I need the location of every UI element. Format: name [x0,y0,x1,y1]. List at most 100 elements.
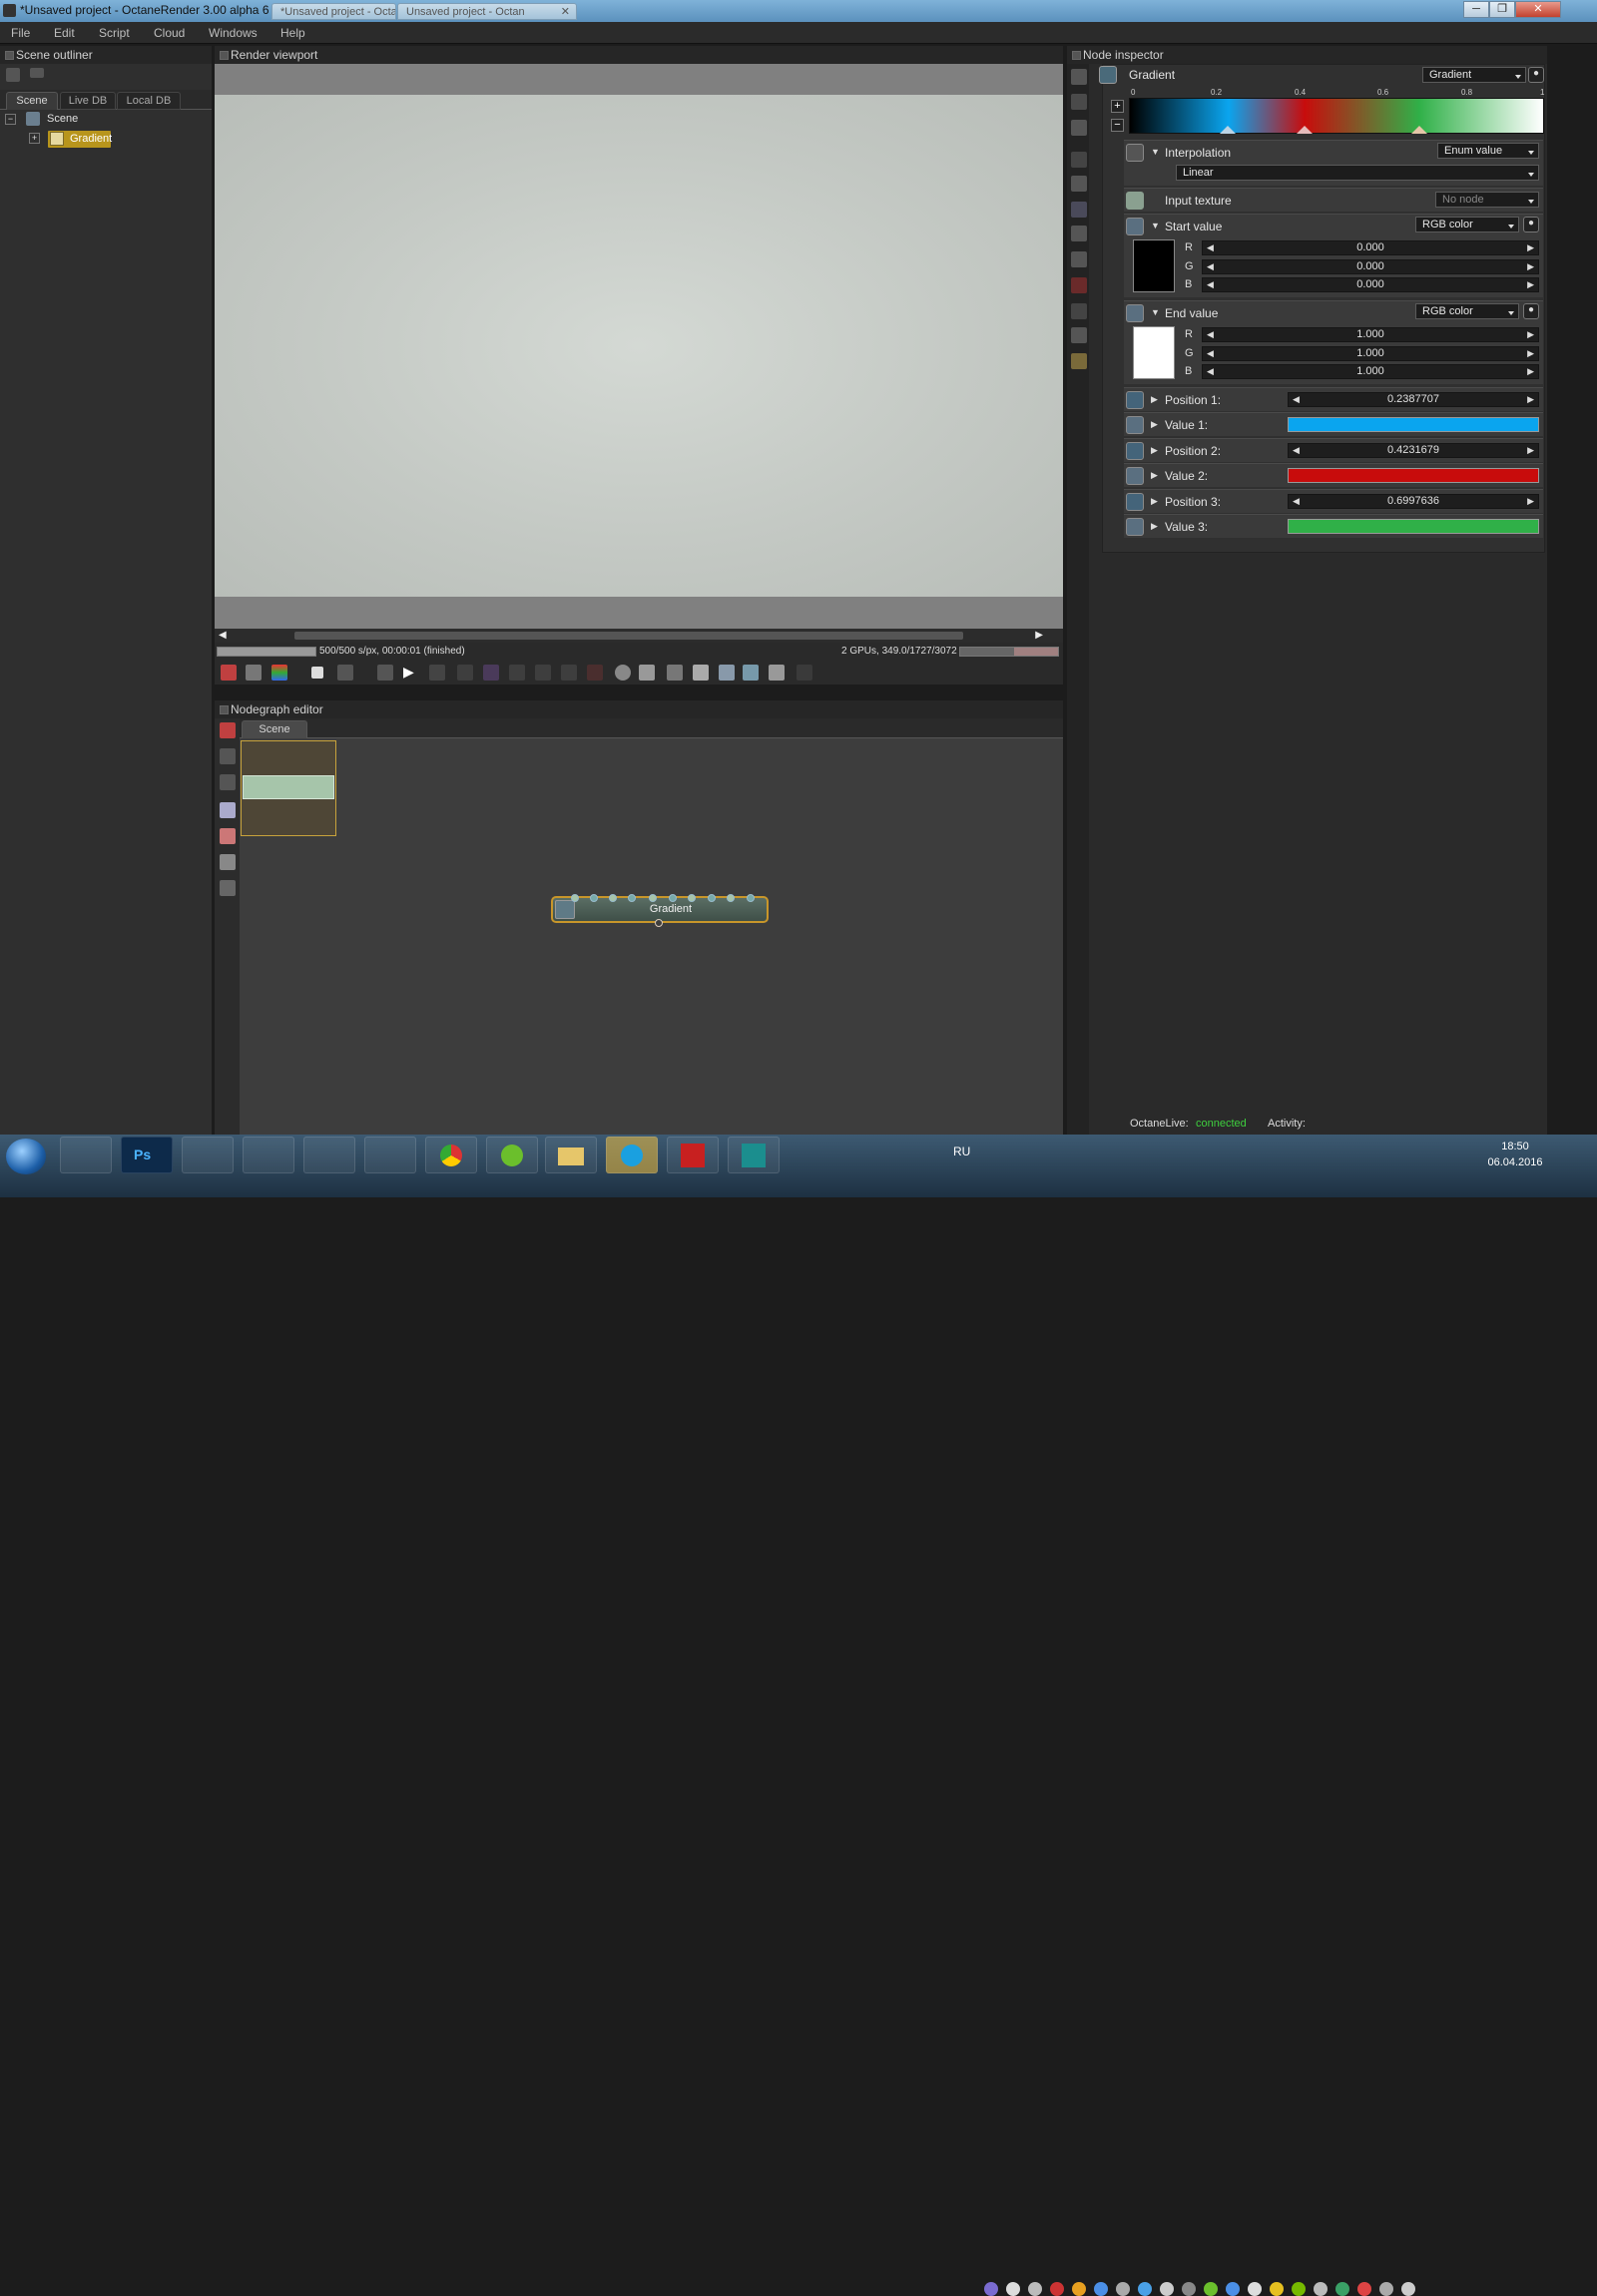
end-color-swatch[interactable] [1133,326,1175,379]
start-type-dropdown[interactable]: RGB color [1415,217,1519,232]
expand-triangle-icon[interactable]: ▶ [1151,445,1158,456]
collapse-triangle-icon[interactable]: ▼ [1151,147,1160,157]
restart-icon[interactable] [337,665,353,681]
taskbar-app-icon[interactable] [182,1137,234,1173]
start-b-field[interactable]: ◀ 0.000 ▶ [1202,277,1539,292]
value3-color-swatch[interactable] [1288,519,1539,534]
kernel-icon[interactable] [1071,202,1087,218]
background-tab[interactable]: *Unsaved project - Octa [271,3,396,20]
menu-help[interactable]: Help [280,26,305,40]
tree-scene-label[interactable]: Scene [47,113,78,125]
collapse-scene-icon[interactable]: − [5,114,16,125]
add-geometry-icon[interactable] [220,854,236,870]
material-picker-icon[interactable] [483,665,499,681]
cube-icon[interactable] [271,665,287,681]
taskbar-3dsmax-icon[interactable] [728,1137,780,1173]
environment-icon[interactable] [1071,226,1087,241]
remove-stop-button[interactable]: − [1111,119,1124,132]
taskbar-skype-icon[interactable] [606,1137,658,1173]
node-input-pin[interactable] [649,894,657,902]
end-g-field[interactable]: ◀ 1.000 ▶ [1202,346,1539,361]
expand-triangle-icon[interactable]: ▶ [1151,394,1158,405]
node-input-pin[interactable] [590,894,598,902]
graph-minimap[interactable] [241,740,336,836]
menu-script[interactable]: Script [99,26,130,40]
node-input-pin[interactable] [669,894,677,902]
add-texture-icon[interactable] [220,802,236,818]
background-tab-2[interactable]: Unsaved project - Octan ✕ [397,3,577,20]
menu-cloud[interactable]: Cloud [154,26,185,40]
end-visibility-icon[interactable]: ● [1523,303,1539,319]
start-visibility-icon[interactable]: ● [1523,217,1539,232]
end-b-field[interactable]: ◀ 1.000 ▶ [1202,364,1539,379]
collapse-triangle-icon[interactable]: ▼ [1151,307,1160,317]
play-icon[interactable]: ▶ [403,664,414,681]
scroll-right-icon[interactable]: ▶ [1035,630,1043,641]
taskbar-camtasia-icon[interactable] [303,1137,355,1173]
tree-gradient-item[interactable]: Gradient [48,131,112,148]
start-r-field[interactable]: ◀ 0.000 ▶ [1202,240,1539,255]
object-picker-icon[interactable] [509,665,525,681]
add-material-icon[interactable] [220,828,236,844]
node-input-pin[interactable] [571,894,579,902]
minimap-view-rect[interactable] [243,775,334,799]
tray-utorrent-icon[interactable] [1204,2282,1218,2296]
close-button[interactable]: ✕ [1515,1,1561,18]
region-icon[interactable] [587,665,603,681]
nodegraph-reset-icon[interactable] [220,722,236,738]
pause-icon[interactable] [377,665,393,681]
expand-triangle-icon[interactable]: ▶ [1151,419,1158,430]
tray-icon-12[interactable] [1226,2282,1240,2296]
outliner-expand-icon[interactable] [30,68,44,78]
picture-icon[interactable] [1071,327,1087,343]
inspector-expand-icon[interactable] [1071,94,1087,110]
copy-icon[interactable] [693,665,709,681]
camera-icon[interactable] [1071,152,1087,168]
export-icon[interactable] [743,665,759,681]
node-output-pin[interactable] [655,919,663,927]
tray-shield-icon[interactable] [1335,2282,1349,2296]
node-type-dropdown[interactable]: Gradient [1422,67,1526,83]
taskbar-monitor-icon[interactable] [364,1137,416,1173]
expand-gradient-icon[interactable]: + [29,133,40,144]
fit-view-icon[interactable] [246,665,262,681]
expand-triangle-icon[interactable]: ▶ [1151,496,1158,507]
taskbar-autocad-icon[interactable] [667,1137,719,1173]
scrollbar-thumb[interactable] [294,632,963,640]
layers-icon[interactable] [1071,303,1087,319]
taskbar-zbrush-icon[interactable] [243,1137,294,1173]
fit-nodes-icon[interactable] [220,774,236,790]
padlock-icon[interactable] [797,665,812,681]
node-input-pin[interactable] [747,894,755,902]
lock-aspect-icon[interactable] [667,665,683,681]
stop-icon[interactable] [311,667,323,679]
inspector-image-icon[interactable] [1071,120,1087,136]
start-g-field[interactable]: ◀ 0.000 ▶ [1202,259,1539,274]
value2-color-swatch[interactable] [1288,468,1539,483]
tray-volume-icon[interactable] [1401,2282,1415,2296]
menu-file[interactable]: File [11,26,30,40]
input-texture-dropdown[interactable]: No node [1435,192,1539,208]
tray-icon-5[interactable] [1072,2282,1086,2296]
collapse-triangle-icon[interactable]: ▼ [1151,221,1160,230]
add-environment-icon[interactable] [220,880,236,896]
start-color-swatch[interactable] [1133,239,1175,292]
taskbar-chrome-icon[interactable] [425,1137,477,1173]
start-button-icon[interactable] [6,1139,46,1174]
clock-time[interactable]: 18:50 [1485,1141,1545,1152]
tray-flag-icon[interactable] [1379,2282,1393,2296]
taskbar-explorer-icon[interactable] [545,1137,597,1173]
tray-icon-13[interactable] [1248,2282,1262,2296]
tray-icon-4[interactable] [1050,2282,1064,2296]
focus-picker-icon[interactable] [535,665,551,681]
stop-handle-1[interactable] [1220,126,1236,134]
clock-date[interactable]: 06.04.2016 [1477,1156,1553,1168]
save-render-icon[interactable] [719,665,735,681]
expand-triangle-icon[interactable]: ▶ [1151,470,1158,481]
reset-camera-icon[interactable] [221,665,237,681]
inspector-collapse-icon[interactable] [1071,69,1087,85]
end-type-dropdown[interactable]: RGB color [1415,303,1519,319]
white-balance-icon[interactable] [561,665,577,681]
tray-icon-14[interactable] [1270,2282,1284,2296]
stop-handle-2[interactable] [1297,126,1313,134]
